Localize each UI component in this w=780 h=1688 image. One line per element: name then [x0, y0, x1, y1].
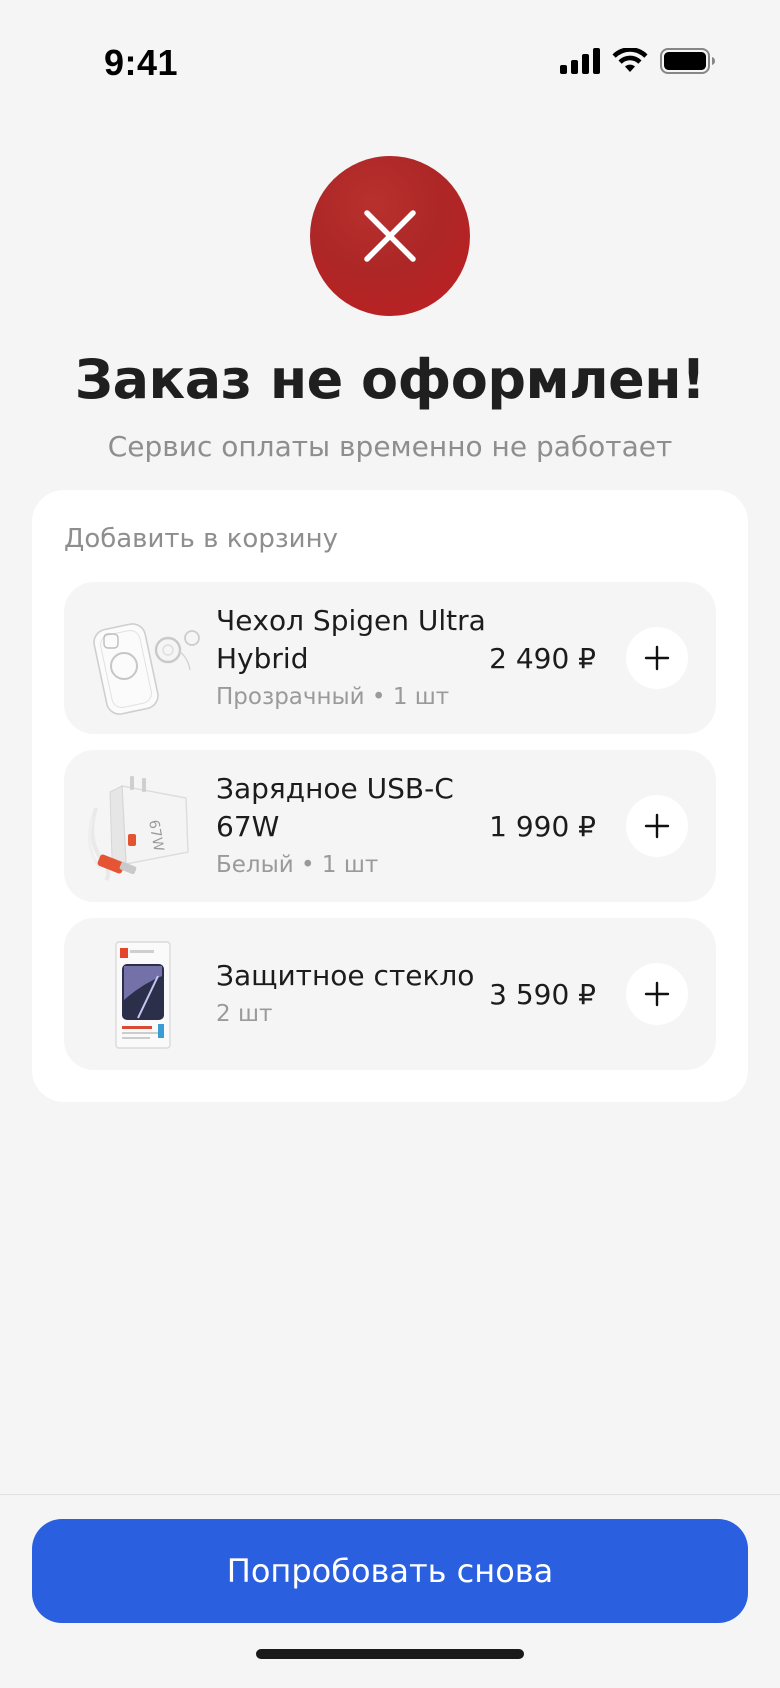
wifi-icon [612, 48, 648, 72]
item-info: Чехол Spigen Ultra Hybrid Прозрачный • 1… [216, 582, 486, 734]
item-price: 2 490 ₽ [489, 641, 596, 675]
order-failed-screen: 9:41 Заказ не оформлен! Сервис оплаты вр… [0, 0, 780, 1688]
plus-icon [644, 981, 670, 1007]
home-indicator[interactable] [256, 1649, 524, 1659]
close-icon [364, 210, 416, 262]
list-item: 67W Зарядное USB-C 67W Белый • 1 шт 1 99… [64, 750, 716, 902]
page-subtitle: Сервис оплаты временно не работает [107, 430, 673, 463]
item-meta: Прозрачный • 1 шт [216, 684, 450, 710]
page-title: Заказ не оформлен! [74, 348, 706, 411]
retry-button[interactable]: Попробовать снова [32, 1519, 748, 1623]
item-meta: 2 шт [216, 1001, 273, 1027]
clear-case-image [93, 623, 200, 715]
add-item-button[interactable] [626, 795, 688, 857]
status-icons [560, 48, 716, 74]
item-price: 1 990 ₽ [489, 809, 596, 843]
list-item: Чехол Spigen Ultra Hybrid Прозрачный • 1… [64, 582, 716, 734]
item-name: Защитное стекло [216, 959, 475, 992]
item-info: Зарядное USB-C 67W Белый • 1 шт [216, 750, 486, 902]
bottom-bar: Попробовать снова [0, 1494, 780, 1688]
item-meta: Белый • 1 шт [216, 852, 379, 878]
list-item: Защитное стекло 2 шт 3 590 ₽ [64, 918, 716, 1070]
item-name: Чехол Spigen Ultra Hybrid [216, 604, 486, 675]
item-price: 3 590 ₽ [489, 977, 596, 1011]
screen-protector-image [115, 941, 171, 1049]
add-item-button[interactable] [626, 627, 688, 689]
status-time: 9:41 [104, 42, 179, 83]
error-badge [310, 156, 470, 316]
item-name: Зарядное USB-C 67W [216, 772, 454, 843]
battery-icon [660, 48, 715, 74]
card-heading: Добавить в корзину [64, 524, 338, 554]
plus-icon [644, 645, 670, 671]
signal-icon [560, 48, 600, 74]
add-item-button[interactable] [626, 963, 688, 1025]
item-info: Защитное стекло 2 шт [216, 918, 486, 1070]
usb-charger-image: 67W [87, 776, 189, 882]
plus-icon [644, 813, 670, 839]
add-to-cart-card: Добавить в корзину Чехол Spigen Ultra Hy… [32, 490, 748, 1102]
